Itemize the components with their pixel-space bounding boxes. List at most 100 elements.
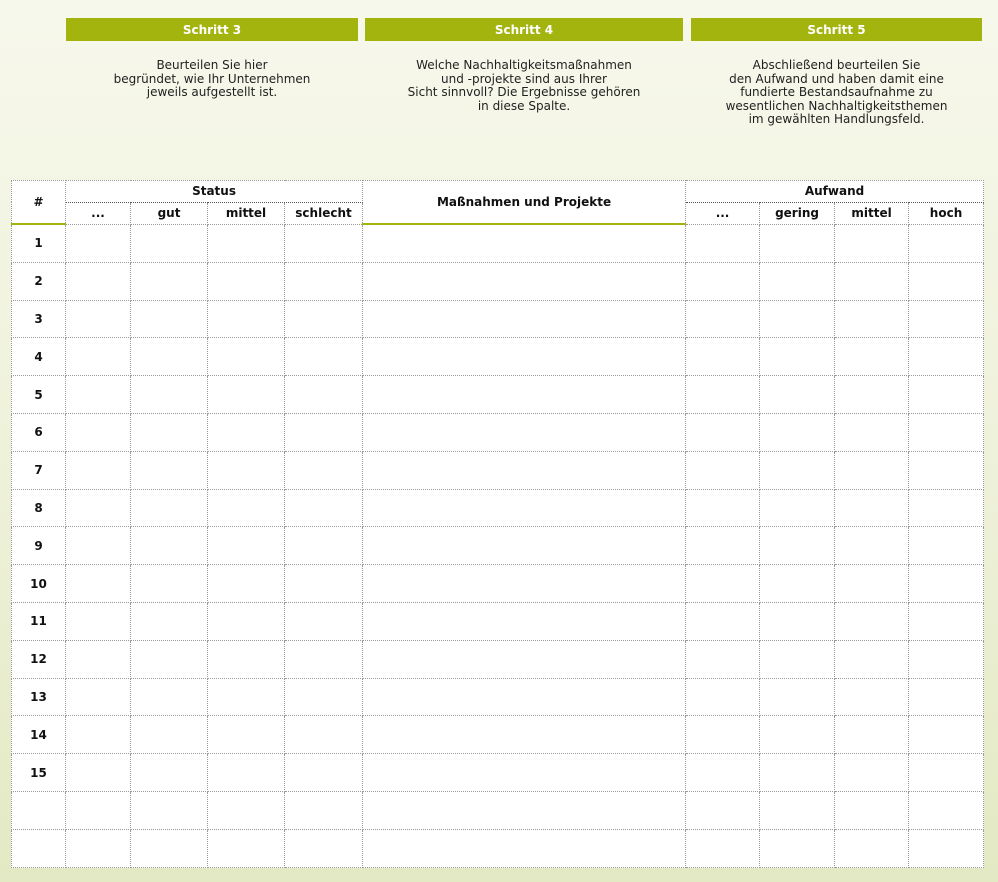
status-other-cell[interactable]	[65, 223, 131, 263]
status-medium-cell[interactable]	[207, 337, 285, 377]
status-bad-cell[interactable]	[283, 375, 364, 414]
status-medium-cell[interactable]	[207, 564, 285, 603]
status-good-cell[interactable]	[130, 715, 208, 755]
status-good-cell[interactable]	[130, 526, 208, 566]
status-medium-cell[interactable]	[207, 715, 285, 755]
status-good-cell[interactable]	[130, 299, 208, 339]
effort-low-cell[interactable]	[759, 639, 836, 679]
effort-medium-cell[interactable]	[834, 564, 910, 603]
status-other-cell[interactable]	[65, 564, 131, 603]
status-good-cell[interactable]	[130, 753, 208, 792]
effort-high-cell[interactable]	[908, 412, 985, 452]
status-bad-cell[interactable]	[283, 261, 364, 301]
status-medium-cell[interactable]	[207, 526, 285, 566]
effort-other-cell[interactable]	[685, 375, 761, 414]
status-medium-cell[interactable]	[207, 261, 285, 301]
effort-other-cell[interactable]	[685, 639, 761, 679]
effort-low-cell[interactable]	[759, 488, 836, 528]
effort-low-cell[interactable]	[759, 526, 836, 566]
effort-other-cell[interactable]	[685, 223, 761, 263]
measures-cell[interactable]	[362, 261, 687, 301]
effort-low-cell[interactable]	[759, 790, 836, 830]
effort-high-cell[interactable]	[908, 261, 985, 301]
status-bad-cell[interactable]	[283, 223, 364, 263]
effort-high-cell[interactable]	[908, 526, 985, 566]
effort-low-cell[interactable]	[759, 375, 836, 414]
status-other-cell[interactable]	[65, 753, 131, 792]
measures-cell[interactable]	[362, 564, 687, 603]
effort-low-cell[interactable]	[759, 564, 836, 603]
measures-cell[interactable]	[362, 299, 687, 339]
effort-high-cell[interactable]	[908, 223, 985, 263]
effort-other-cell[interactable]	[685, 753, 761, 792]
status-good-cell[interactable]	[130, 412, 208, 452]
effort-high-cell[interactable]	[908, 299, 985, 339]
measures-cell[interactable]	[362, 677, 687, 717]
status-bad-cell[interactable]	[283, 715, 364, 755]
effort-low-cell[interactable]	[759, 299, 836, 339]
status-other-cell[interactable]	[65, 450, 131, 490]
measures-cell[interactable]	[362, 790, 687, 830]
measures-cell[interactable]	[362, 753, 687, 792]
effort-medium-cell[interactable]	[834, 790, 910, 830]
effort-medium-cell[interactable]	[834, 715, 910, 755]
effort-low-cell[interactable]	[759, 753, 836, 792]
effort-high-cell[interactable]	[908, 488, 985, 528]
status-medium-cell[interactable]	[207, 790, 285, 830]
status-other-cell[interactable]	[65, 488, 131, 528]
effort-medium-cell[interactable]	[834, 299, 910, 339]
effort-high-cell[interactable]	[908, 450, 985, 490]
measures-cell[interactable]	[362, 715, 687, 755]
status-good-cell[interactable]	[130, 601, 208, 641]
effort-other-cell[interactable]	[685, 261, 761, 301]
effort-low-cell[interactable]	[759, 715, 836, 755]
status-medium-cell[interactable]	[207, 601, 285, 641]
status-good-cell[interactable]	[130, 790, 208, 830]
effort-medium-cell[interactable]	[834, 828, 910, 868]
status-good-cell[interactable]	[130, 223, 208, 263]
effort-medium-cell[interactable]	[834, 375, 910, 414]
measures-cell[interactable]	[362, 412, 687, 452]
status-other-cell[interactable]	[65, 639, 131, 679]
effort-medium-cell[interactable]	[834, 337, 910, 377]
status-bad-cell[interactable]	[283, 790, 364, 830]
effort-medium-cell[interactable]	[834, 639, 910, 679]
status-medium-cell[interactable]	[207, 753, 285, 792]
status-other-cell[interactable]	[65, 790, 131, 830]
measures-cell[interactable]	[362, 375, 687, 414]
effort-other-cell[interactable]	[685, 412, 761, 452]
effort-medium-cell[interactable]	[834, 261, 910, 301]
effort-other-cell[interactable]	[685, 677, 761, 717]
measures-cell[interactable]	[362, 526, 687, 566]
effort-high-cell[interactable]	[908, 828, 985, 868]
status-bad-cell[interactable]	[283, 526, 364, 566]
effort-high-cell[interactable]	[908, 753, 985, 792]
effort-high-cell[interactable]	[908, 601, 985, 641]
status-bad-cell[interactable]	[283, 601, 364, 641]
effort-high-cell[interactable]	[908, 375, 985, 414]
measures-cell[interactable]	[362, 223, 687, 263]
effort-other-cell[interactable]	[685, 337, 761, 377]
status-good-cell[interactable]	[130, 564, 208, 603]
effort-other-cell[interactable]	[685, 601, 761, 641]
status-bad-cell[interactable]	[283, 828, 364, 868]
effort-low-cell[interactable]	[759, 412, 836, 452]
measures-cell[interactable]	[362, 337, 687, 377]
effort-high-cell[interactable]	[908, 677, 985, 717]
status-medium-cell[interactable]	[207, 450, 285, 490]
effort-medium-cell[interactable]	[834, 488, 910, 528]
measures-cell[interactable]	[362, 488, 687, 528]
effort-high-cell[interactable]	[908, 715, 985, 755]
status-bad-cell[interactable]	[283, 337, 364, 377]
status-medium-cell[interactable]	[207, 639, 285, 679]
status-other-cell[interactable]	[65, 526, 131, 566]
effort-other-cell[interactable]	[685, 790, 761, 830]
status-other-cell[interactable]	[65, 412, 131, 452]
status-other-cell[interactable]	[65, 828, 131, 868]
effort-medium-cell[interactable]	[834, 526, 910, 566]
status-other-cell[interactable]	[65, 299, 131, 339]
effort-low-cell[interactable]	[759, 601, 836, 641]
measures-cell[interactable]	[362, 828, 687, 868]
status-bad-cell[interactable]	[283, 299, 364, 339]
effort-other-cell[interactable]	[685, 488, 761, 528]
